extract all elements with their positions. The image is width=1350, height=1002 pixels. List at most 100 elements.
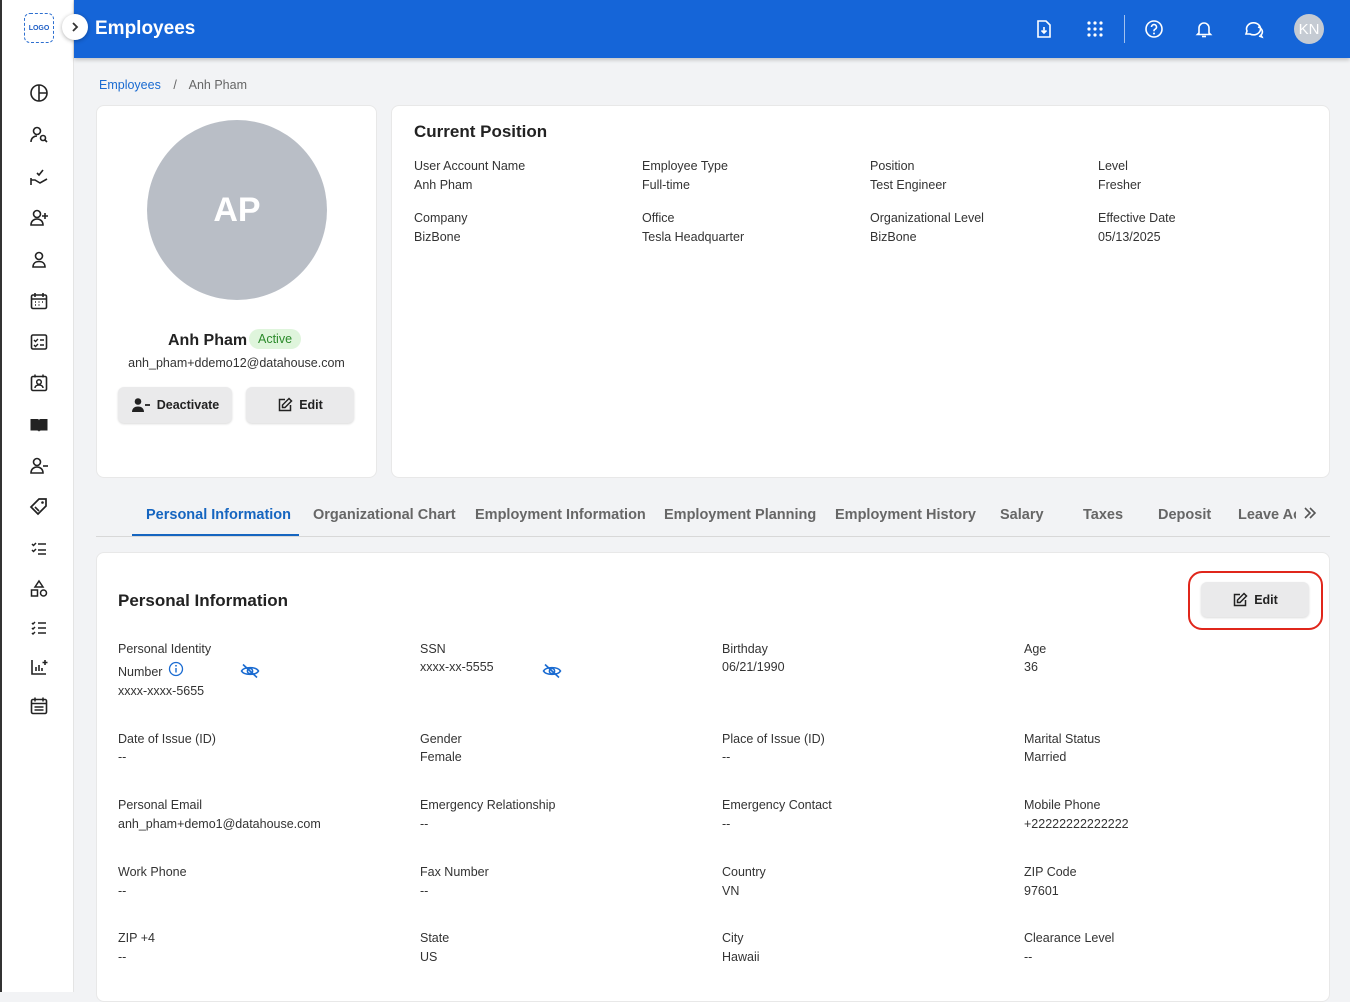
user-icon[interactable]: [28, 249, 50, 271]
edit-label: Edit: [299, 398, 323, 412]
help-icon[interactable]: [1142, 17, 1166, 41]
checklist-icon[interactable]: [28, 331, 50, 353]
field-value: anh_pham+demo1@datahouse.com: [118, 817, 321, 831]
field-value: BizBone: [870, 230, 917, 244]
notification-bell-icon[interactable]: [1192, 17, 1216, 41]
field-value: --: [1024, 950, 1033, 964]
sidebar: LOGO: [0, 0, 88, 992]
tab-employment-history[interactable]: Employment History: [835, 507, 976, 523]
profile-name: Anh Pham: [168, 332, 248, 349]
field-value: Tesla Headquarter: [642, 230, 745, 244]
field-label: Effective Date: [1098, 211, 1176, 225]
tag-icon[interactable]: [28, 496, 50, 518]
field-value: --: [420, 884, 429, 898]
calendar-icon[interactable]: [28, 290, 50, 312]
field-label: Personal Identity: [118, 642, 212, 656]
report-chart-icon[interactable]: [28, 656, 50, 678]
field-label: Emergency Relationship: [420, 798, 556, 812]
tab-organizational-chart[interactable]: Organizational Chart: [313, 507, 456, 523]
field-label: SSN: [420, 642, 446, 656]
eye-off-icon[interactable]: [542, 663, 562, 679]
field-label: Office: [642, 211, 675, 225]
field-value: --: [118, 950, 127, 964]
download-file-icon[interactable]: [1032, 17, 1056, 41]
profile-avatar: AP: [147, 120, 327, 300]
field-value: xxxx-xxxx-5655: [118, 684, 205, 698]
remove-user-icon[interactable]: [28, 455, 50, 477]
page-title: Employees: [95, 18, 196, 39]
field-label: Level: [1098, 159, 1128, 173]
breadcrumb-separator: /: [173, 78, 177, 92]
numbered-list-icon[interactable]: [28, 617, 50, 639]
app-logo[interactable]: LOGO: [24, 13, 54, 43]
field-value: --: [420, 817, 429, 831]
task-list-icon[interactable]: [28, 537, 50, 559]
tab-salary[interactable]: Salary: [1000, 507, 1044, 523]
tab-personal-information[interactable]: Personal Information: [146, 507, 291, 523]
field-label: Place of Issue (ID): [722, 732, 825, 746]
field-label: Birthday: [722, 642, 768, 656]
apps-grid-icon[interactable]: [1083, 17, 1107, 41]
field-value: US: [420, 950, 438, 964]
user-avatar[interactable]: KN: [1294, 14, 1324, 44]
field-label: Number: [118, 665, 163, 679]
dashboard-icon[interactable]: [28, 82, 50, 104]
field-label: Age: [1024, 642, 1047, 656]
field-value: 36: [1024, 660, 1038, 674]
field-value: --: [118, 884, 127, 898]
field-value: 97601: [1024, 884, 1059, 898]
schedule-icon[interactable]: [28, 695, 50, 717]
field-value: 06/21/1990: [722, 660, 785, 674]
info-icon[interactable]: [168, 661, 184, 677]
deactivate-label: Deactivate: [156, 398, 220, 412]
field-value: xxxx-xx-5555: [420, 660, 494, 674]
field-label: Work Phone: [118, 865, 187, 879]
eye-off-icon[interactable]: [240, 663, 260, 679]
book-icon[interactable]: [28, 414, 50, 436]
profile-email: anh_pham+ddemo12@datahouse.com: [128, 356, 345, 370]
chat-icon[interactable]: [1242, 17, 1266, 41]
breadcrumb-employees-link[interactable]: Employees: [99, 78, 161, 92]
add-user-icon[interactable]: [28, 207, 50, 229]
field-value: VN: [722, 884, 740, 898]
field-value: Anh Pham: [414, 178, 473, 192]
tab-employment-information[interactable]: Employment Information: [475, 507, 646, 523]
field-value: --: [722, 817, 731, 831]
shapes-icon[interactable]: [28, 578, 50, 600]
field-value: Married: [1024, 750, 1067, 764]
highlight-annotation: [1188, 571, 1323, 630]
tab-taxes[interactable]: Taxes: [1083, 507, 1123, 523]
field-label: Employee Type: [642, 159, 728, 173]
field-value: Fresher: [1098, 178, 1142, 192]
tabs-scroll-right-button[interactable]: [1303, 506, 1317, 520]
field-label: Emergency Contact: [722, 798, 832, 812]
field-value: BizBone: [414, 230, 461, 244]
edit-profile-button[interactable]: Edit: [246, 387, 354, 423]
field-label: ZIP +4: [118, 931, 155, 945]
current-position-card: Current Position User Account Name Anh P…: [391, 105, 1330, 478]
tab-employment-planning[interactable]: Employment Planning: [664, 507, 816, 523]
hand-check-icon[interactable]: [28, 166, 50, 188]
field-value: Test Engineer: [870, 178, 947, 192]
tab-leave[interactable]: Leave Ac: [1238, 507, 1296, 523]
deactivate-button[interactable]: Deactivate: [118, 387, 232, 423]
tab-bar: Personal Information Organizational Char…: [96, 500, 1330, 537]
field-value: --: [722, 750, 731, 764]
current-position-title: Current Position: [414, 122, 548, 141]
search-people-icon[interactable]: [28, 124, 50, 146]
field-label: Mobile Phone: [1024, 798, 1101, 812]
field-label: Company: [414, 211, 468, 225]
tab-deposit[interactable]: Deposit: [1158, 507, 1211, 523]
status-badge: Active: [249, 329, 302, 349]
breadcrumb: Employees / Anh Pham: [99, 78, 247, 92]
expand-sidebar-button[interactable]: [62, 14, 88, 40]
field-label: ZIP Code: [1024, 865, 1077, 879]
field-value: Hawaii: [722, 950, 760, 964]
contact-card-icon[interactable]: [28, 372, 50, 394]
header-divider: [1124, 15, 1125, 43]
field-value: Full-time: [642, 178, 690, 192]
field-value: 05/13/2025: [1098, 230, 1161, 244]
field-value: --: [118, 750, 127, 764]
edit-icon: [278, 397, 293, 412]
active-tab-indicator: [132, 534, 299, 536]
